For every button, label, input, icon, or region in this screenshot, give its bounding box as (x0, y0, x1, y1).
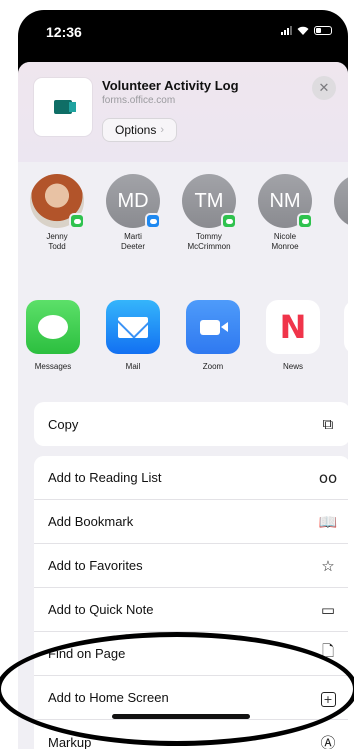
chevron-right-icon: › (160, 124, 165, 136)
contact-jenny-todd[interactable]: Jenny Todd (24, 174, 90, 252)
avatar: MD (106, 174, 161, 229)
options-label: Options (115, 123, 157, 137)
avatar (30, 174, 85, 229)
document-title: Volunteer Activity Log (102, 78, 239, 93)
share-header: Volunteer Activity Log forms.office.com … (18, 62, 348, 162)
news-icon: N (266, 300, 320, 354)
app-label: News (282, 362, 303, 371)
contact-name: Tommy McCrimmon (187, 232, 231, 251)
contact-name: Nicole Monroe (271, 232, 299, 251)
app-partial[interactable] (338, 300, 348, 354)
action-add-to-quick-note[interactable]: Add to Quick Note ▭ (34, 588, 348, 632)
options-button[interactable]: Options › (102, 118, 178, 142)
star-icon: ☆ (321, 556, 335, 575)
message-icon (69, 213, 85, 229)
app-label: Messages (34, 362, 72, 371)
app-icon-partial (344, 300, 348, 354)
mail-icon (145, 213, 161, 229)
app-mail[interactable]: Mail (100, 300, 166, 371)
book-icon: 📖 (318, 512, 338, 531)
avatar-initials: TM (194, 189, 224, 212)
contact-marti-deeter[interactable]: MD Marti Deeter (100, 174, 166, 252)
avatar (334, 174, 348, 228)
avatar-initials: MD (117, 189, 149, 212)
battery-icon (314, 26, 332, 35)
status-bar: 12:36 (18, 10, 348, 60)
avatar: TM (182, 174, 237, 229)
people-row: Jenny Todd MD Marti Deeter TM Tommy McCri (18, 174, 348, 274)
avatar-initials: NM (269, 189, 301, 212)
markup-icon: Ⓐ (320, 733, 336, 749)
copy-icon: ⧉ (322, 415, 334, 433)
actions-group-copy: Copy ⧉ (34, 402, 348, 446)
contact-nicole-monroe[interactable]: NM Nicole Monroe (252, 174, 318, 252)
messages-icon (26, 300, 80, 354)
app-messages[interactable]: Messages (20, 300, 86, 371)
highlight-circle-annotation (0, 632, 354, 746)
contact-partial[interactable] (328, 174, 348, 228)
contact-name: Marti Deeter (120, 232, 145, 251)
wifi-icon (297, 26, 309, 35)
glasses-icon: oo (318, 468, 338, 487)
close-button[interactable]: ✕ (312, 76, 336, 100)
apps-row: Messages Mail Zoom N News (18, 300, 348, 390)
action-copy[interactable]: Copy ⧉ (34, 402, 348, 446)
action-add-to-favorites[interactable]: Add to Favorites ☆ (34, 544, 348, 588)
message-icon (297, 213, 313, 229)
contact-tommy-mccrimmon[interactable]: TM Tommy McCrimmon (176, 174, 242, 252)
action-label: Add to Reading List (48, 470, 162, 485)
quick-note-icon: ▭ (320, 600, 336, 619)
microsoft-forms-icon (54, 100, 76, 114)
app-news[interactable]: N News (260, 300, 326, 371)
forms-thumbnail (34, 78, 92, 136)
action-add-to-reading-list[interactable]: Add to Reading List oo (34, 456, 348, 500)
action-label: Copy (48, 416, 79, 432)
signal-icon (281, 26, 292, 35)
app-zoom[interactable]: Zoom (180, 300, 246, 371)
status-time: 12:36 (46, 24, 82, 40)
avatar: NM (258, 174, 313, 229)
action-label: Add to Quick Note (48, 602, 154, 617)
action-add-bookmark[interactable]: Add Bookmark 📖 (34, 500, 348, 544)
app-label: Mail (125, 362, 141, 371)
mail-icon (106, 300, 160, 354)
action-label: Add to Favorites (48, 558, 143, 573)
app-label: Zoom (202, 362, 224, 371)
zoom-icon (186, 300, 240, 354)
action-label: Add Bookmark (48, 514, 134, 529)
status-icons (281, 26, 332, 35)
message-icon (221, 213, 237, 229)
close-icon: ✕ (318, 80, 330, 95)
document-url: forms.office.com (102, 95, 176, 106)
contact-name: Jenny Todd (46, 232, 68, 251)
